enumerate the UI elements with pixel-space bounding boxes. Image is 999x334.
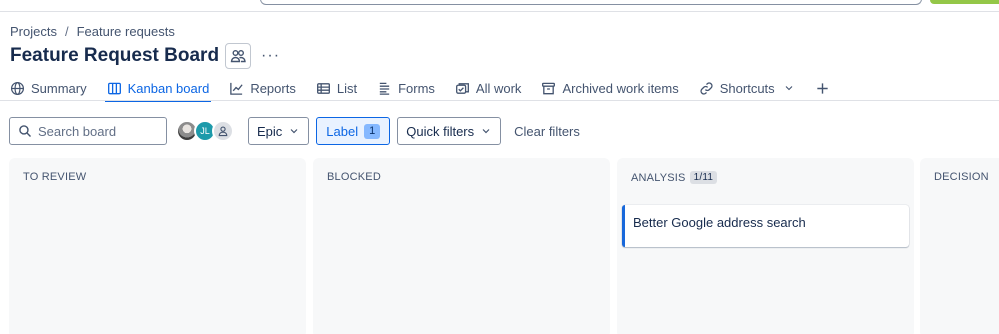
tab-forms[interactable]: Forms <box>377 76 435 100</box>
tab-reports[interactable]: Reports <box>229 76 296 100</box>
tab-label: Kanban board <box>127 80 210 96</box>
person-icon <box>218 126 228 137</box>
plus-icon <box>817 82 828 94</box>
tab-label: List <box>336 80 358 96</box>
global-search-input[interactable] <box>260 0 922 5</box>
page-title: Feature Request Board <box>10 45 220 66</box>
column-blocked[interactable]: BLOCKED <box>313 158 610 334</box>
column-decision[interactable]: DECISION <box>920 158 999 334</box>
board-icon <box>107 82 121 94</box>
card-title: Better Google address search <box>633 215 806 230</box>
tab-label: Archived work items <box>562 80 679 96</box>
column-count-badge: 1/11 <box>689 171 718 184</box>
work-item-card[interactable]: Better Google address search <box>622 205 909 247</box>
tab-list[interactable]: List <box>316 76 357 100</box>
column-header: BLOCKED <box>327 171 381 183</box>
link-icon <box>700 81 713 95</box>
search-icon <box>19 125 32 138</box>
tab-kanban-board[interactable]: Kanban board <box>104 76 211 102</box>
column-header: TO REVIEW <box>23 171 86 183</box>
chart-line-icon <box>230 82 243 95</box>
tab-label: Forms <box>398 80 435 96</box>
title-row: Feature Request Board ··· <box>10 42 280 70</box>
tab-all-work[interactable]: All work <box>455 76 522 100</box>
epic-filter-label: Epic <box>257 123 283 139</box>
board-columns: TO REVIEW BLOCKED ANALYSIS 1/11 Better G… <box>9 158 999 334</box>
tab-bar: Summary Kanban board Reports List Forms … <box>10 76 830 102</box>
column-analysis[interactable]: ANALYSIS 1/11 Better Google address sear… <box>617 158 914 334</box>
quick-filters-button[interactable]: Quick filters <box>397 117 502 145</box>
tab-label: Shortcuts <box>719 80 775 96</box>
chevron-down-icon <box>290 129 298 134</box>
tab-label: All work <box>475 80 522 96</box>
tab-summary[interactable]: Summary <box>10 76 87 100</box>
tab-label: Reports <box>250 80 296 96</box>
more-actions-button[interactable]: ··· <box>261 47 280 65</box>
column-title: TO REVIEW <box>23 171 87 183</box>
chevron-down-icon <box>482 129 490 134</box>
create-button[interactable] <box>930 0 999 4</box>
label-filter-label: Label <box>326 123 359 139</box>
column-title: ANALYSIS <box>631 171 686 184</box>
column-header: DECISION <box>934 171 989 183</box>
globe-icon <box>10 81 25 95</box>
epic-filter-button[interactable]: Epic <box>248 117 310 145</box>
form-icon <box>379 82 390 95</box>
filter-bar: JL Epic Label 1 Quick filters Clear filt… <box>9 117 580 145</box>
top-bar <box>0 0 999 12</box>
chevron-down-icon[interactable] <box>783 82 795 94</box>
team-button[interactable] <box>225 43 252 69</box>
column-header: ANALYSIS 1/11 <box>631 171 718 184</box>
column-to-review[interactable]: TO REVIEW <box>9 158 306 334</box>
all-work-icon <box>455 82 469 94</box>
column-title: BLOCKED <box>327 171 381 183</box>
search-board-input[interactable] <box>38 123 158 139</box>
breadcrumb-projects[interactable]: Projects <box>10 24 57 39</box>
tab-archived-work-items[interactable]: Archived work items <box>541 76 679 100</box>
column-title: DECISION <box>934 171 989 183</box>
quick-filters-label: Quick filters <box>406 123 475 139</box>
tabs-divider <box>0 100 999 101</box>
search-board-field[interactable] <box>9 117 167 145</box>
tab-label: Summary <box>31 80 87 96</box>
archive-icon <box>542 82 556 94</box>
clear-filters-button[interactable]: Clear filters <box>514 124 580 139</box>
assignee-avatars: JL <box>176 120 234 142</box>
breadcrumb: Projects / Feature requests <box>10 24 175 39</box>
tab-shortcuts[interactable]: Shortcuts <box>699 76 795 100</box>
list-icon <box>316 82 330 94</box>
add-tab-button[interactable] <box>815 76 830 100</box>
breadcrumb-separator: / <box>64 24 69 39</box>
people-icon <box>230 50 246 63</box>
breadcrumb-feature-requests[interactable]: Feature requests <box>77 24 175 39</box>
label-filter-button[interactable]: Label 1 <box>316 117 391 145</box>
label-filter-count-badge: 1 <box>364 123 381 139</box>
avatar-initials: JL <box>200 126 210 136</box>
avatar[interactable] <box>212 120 234 142</box>
